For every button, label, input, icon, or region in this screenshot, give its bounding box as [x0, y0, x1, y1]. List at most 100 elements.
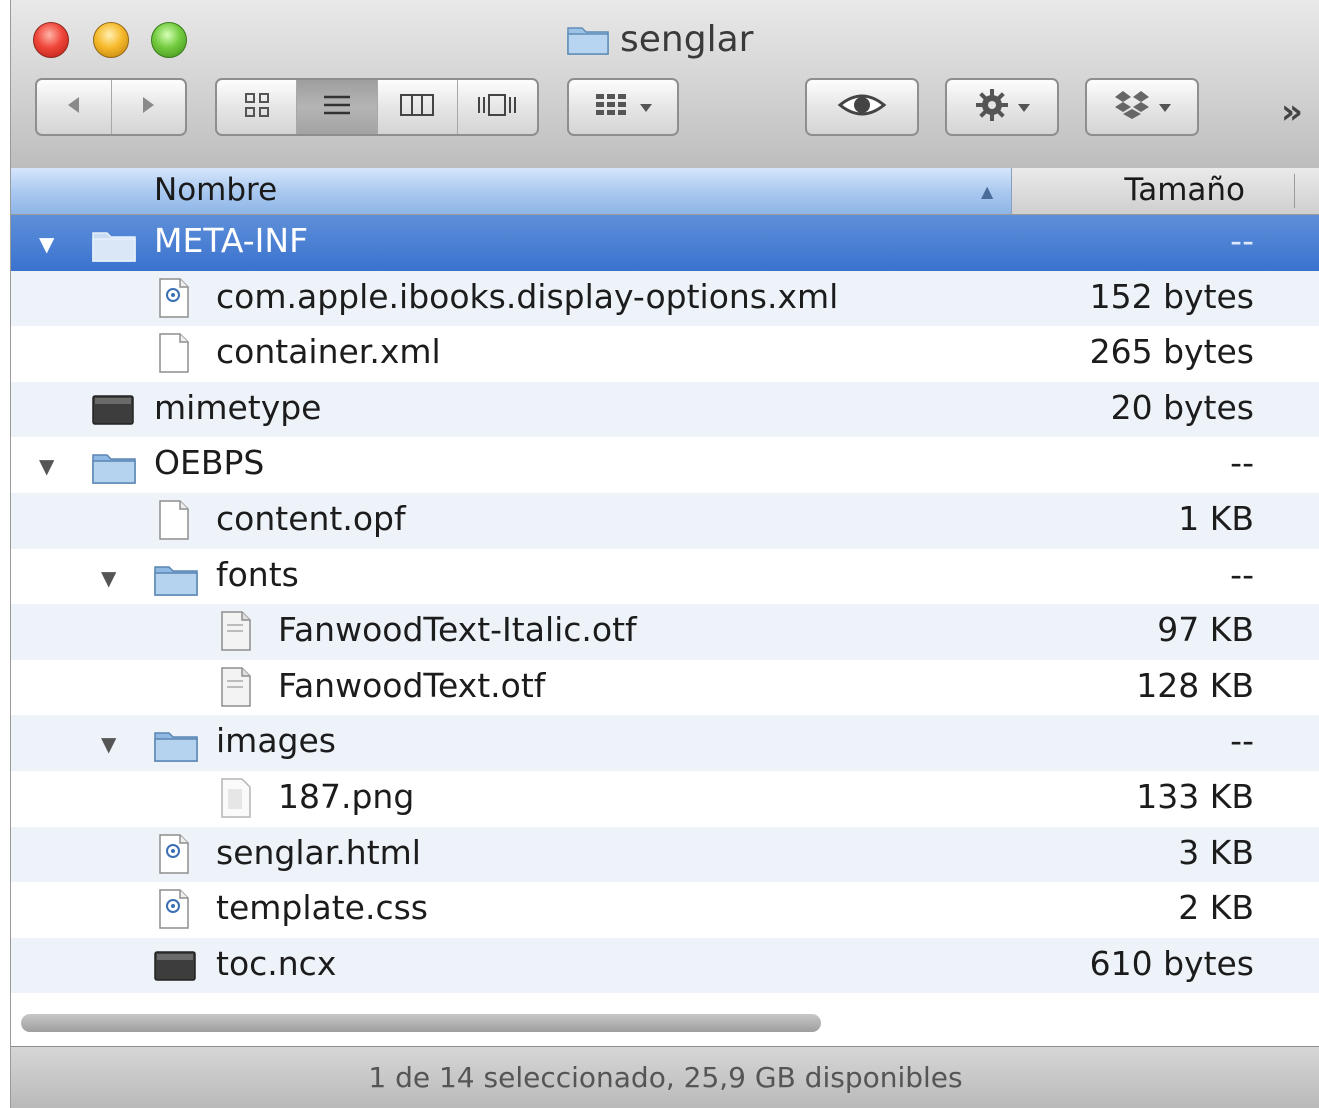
file-name: toc.ncx [216, 943, 337, 983]
executable-file-icon [91, 394, 135, 430]
back-arrow-icon [63, 94, 85, 120]
eye-icon [837, 90, 887, 124]
file-row[interactable]: ▼ fonts -- [11, 549, 1319, 605]
file-name: senglar.html [216, 832, 421, 872]
file-row[interactable]: com.apple.ibooks.display-options.xml 152 … [11, 270, 1319, 327]
horizontal-scrollbar[interactable] [21, 1012, 1311, 1034]
file-row[interactable]: template.css 2 KB [11, 882, 1319, 938]
column-divider[interactable] [1294, 174, 1295, 208]
file-size: 1 KB [1178, 498, 1254, 538]
quicklook-button[interactable] [805, 78, 919, 136]
xml-file-icon [157, 833, 191, 879]
toolbar-area: senglar » [11, 0, 1319, 169]
coverflow-view-button[interactable] [458, 80, 537, 134]
file-name: images [216, 721, 336, 761]
font-file-icon [219, 666, 253, 712]
chevron-down-icon [1018, 98, 1030, 117]
folder-icon [91, 449, 137, 489]
dropbox-icon [1113, 89, 1151, 125]
file-size: -- [1230, 554, 1254, 594]
zoom-window-button[interactable] [151, 22, 187, 58]
file-size: 152 bytes [1089, 276, 1254, 316]
file-row[interactable]: toc.ncx 610 bytes [11, 937, 1319, 994]
window-title: senglar [566, 16, 753, 62]
file-size: -- [1230, 221, 1254, 260]
file-name: container.xml [216, 332, 441, 372]
disclosure-triangle-icon[interactable]: ▼ [39, 232, 54, 256]
file-size: 128 KB [1136, 665, 1254, 705]
executable-file-icon [153, 950, 197, 986]
folder-icon [153, 727, 199, 767]
finder-window: senglar » Nombre ▲ Tamaño ▼ META-INF -- … [10, 0, 1319, 1108]
file-name: 187.png [278, 776, 415, 816]
file-row[interactable]: ▼ OEBPS -- [11, 437, 1319, 493]
status-bar: 1 de 14 seleccionado, 25,9 GB disponible… [11, 1046, 1319, 1108]
icon-view-button[interactable] [217, 80, 298, 134]
file-row[interactable]: container.xml 265 bytes [11, 326, 1319, 382]
file-name: com.apple.ibooks.display-options.xml [216, 276, 839, 316]
file-name: template.css [216, 888, 428, 928]
file-name: META-INF [154, 221, 309, 260]
file-row[interactable]: content.opf 1 KB [11, 492, 1319, 549]
file-size: 610 bytes [1089, 943, 1254, 983]
name-column-label: Nombre [154, 172, 278, 208]
document-icon [157, 332, 191, 378]
nav-buttons [35, 78, 187, 136]
font-file-icon [219, 610, 253, 656]
file-row[interactable]: FanwoodText-Italic.otf 97 KB [11, 604, 1319, 660]
share-button[interactable] [1085, 78, 1199, 136]
view-mode-buttons [215, 78, 539, 136]
file-row[interactable]: ▼ META-INF -- [11, 215, 1319, 271]
close-window-button[interactable] [33, 22, 69, 58]
folder-icon [566, 22, 610, 56]
file-row[interactable]: mimetype 20 bytes [11, 381, 1319, 438]
image-file-icon [219, 777, 253, 823]
xml-file-icon [157, 888, 191, 934]
disclosure-triangle-icon[interactable]: ▼ [39, 454, 54, 478]
file-row[interactable]: ▼ images -- [11, 715, 1319, 771]
column-header: Nombre ▲ Tamaño [11, 168, 1319, 215]
file-name: mimetype [154, 387, 322, 427]
file-row[interactable]: 187.png 133 KB [11, 771, 1319, 827]
disclosure-triangle-icon[interactable]: ▼ [101, 566, 116, 590]
document-icon [157, 499, 191, 545]
file-name: OEBPS [154, 443, 265, 483]
name-column-header[interactable]: Nombre ▲ [11, 168, 1012, 214]
window-title-text: senglar [620, 18, 754, 60]
file-name: FanwoodText-Italic.otf [278, 610, 637, 650]
file-list: ▼ META-INF -- com.apple.ibooks.display-opti… [11, 215, 1319, 994]
arrange-icon [594, 90, 630, 124]
coverflow-view-icon [475, 91, 519, 123]
status-text: 1 de 14 seleccionado, 25,9 GB disponible… [368, 1061, 963, 1094]
column-view-button[interactable] [378, 80, 458, 134]
action-button[interactable] [945, 78, 1059, 136]
list-view-icon [320, 90, 354, 124]
file-size: 20 bytes [1110, 387, 1254, 427]
file-size: 2 KB [1178, 888, 1254, 928]
xml-file-icon [157, 277, 191, 323]
file-row[interactable]: FanwoodText.otf 128 KB [11, 660, 1319, 716]
file-size: 133 KB [1136, 776, 1254, 816]
file-size: 3 KB [1178, 832, 1254, 872]
column-view-icon [399, 91, 435, 123]
disclosure-triangle-icon[interactable]: ▼ [101, 732, 116, 756]
list-view-button[interactable] [297, 80, 378, 134]
arrange-button[interactable] [567, 78, 679, 136]
sort-ascending-icon: ▲ [981, 182, 994, 201]
back-button[interactable] [37, 80, 112, 134]
file-size: -- [1230, 443, 1254, 483]
chevron-down-icon [1159, 98, 1171, 117]
file-row[interactable]: senglar.html 3 KB [11, 826, 1319, 883]
scrollbar-thumb[interactable] [21, 1014, 821, 1032]
file-name: fonts [216, 554, 299, 594]
file-size: 97 KB [1157, 610, 1254, 650]
file-size: 265 bytes [1089, 332, 1254, 372]
icon-view-icon [242, 90, 272, 124]
forward-arrow-icon [137, 94, 159, 120]
minimize-window-button[interactable] [93, 22, 129, 58]
size-column-header[interactable]: Tamaño [1124, 172, 1245, 208]
toolbar-overflow-button[interactable]: » [1281, 92, 1303, 132]
folder-icon [91, 227, 137, 267]
gear-icon [974, 87, 1010, 127]
forward-button[interactable] [112, 80, 186, 134]
